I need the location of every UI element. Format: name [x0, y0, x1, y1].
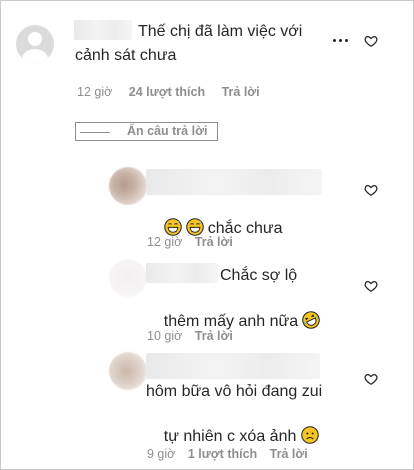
heart-icon[interactable]: [364, 183, 378, 197]
commenter-username[interactable]: [74, 20, 132, 40]
comment-meta: 12 giờ 24 lượt thích Trả lời: [77, 84, 260, 100]
reply-time: 10 giờ: [147, 329, 183, 343]
commenter-avatar[interactable]: [16, 25, 54, 63]
hide-replies-line: [80, 132, 110, 133]
reply-username[interactable]: [146, 263, 218, 283]
sad-face-emoji: [301, 426, 320, 444]
reply-avatar[interactable]: [109, 352, 147, 390]
hide-replies-label: Ẩn câu trả lời: [127, 124, 208, 138]
reply-reply-button[interactable]: Trả lời: [270, 446, 308, 462]
reply-meta: 9 giờ 1 lượt thích Trả lời: [147, 446, 308, 462]
comment-likes[interactable]: 24 lượt thích: [129, 84, 205, 100]
comment-reply-button[interactable]: Trả lời: [222, 84, 260, 100]
comment-time: 12 giờ: [77, 85, 113, 99]
reply-meta: 10 giờ Trả lời: [147, 328, 233, 344]
heart-icon[interactable]: [364, 279, 378, 293]
reply-likes[interactable]: 1 lượt thích: [188, 446, 257, 462]
reply-time: 12 giờ: [147, 235, 183, 249]
comment-panel: Thế chị đã làm việc với cảnh sát chưa 12…: [0, 0, 414, 470]
comment-text-line1: Thế chị đã làm việc với: [138, 23, 303, 40]
reply-text: chắc chưa: [146, 196, 283, 262]
reply-reply-button[interactable]: Trả lời: [195, 328, 233, 344]
comment-text-line2: cảnh sát chưa: [75, 47, 177, 64]
reply-text-line2: thêm mấy anh nữa: [146, 289, 320, 355]
reply-text-content: tự nhiên c xóa ảnh: [163, 428, 297, 445]
reply-avatar[interactable]: [109, 167, 147, 205]
heart-icon[interactable]: [364, 34, 378, 48]
reply-username[interactable]: [146, 353, 320, 379]
reply-username[interactable]: [146, 169, 322, 195]
heart-icon[interactable]: [364, 372, 378, 386]
reply-meta: 12 giờ Trả lời: [147, 234, 233, 250]
reply-text-line1: hôm bữa vô hỏi đang zui: [146, 383, 323, 400]
hide-replies-button[interactable]: Ẩn câu trả lời: [75, 122, 218, 141]
reply-avatar[interactable]: [109, 259, 147, 297]
more-options-icon[interactable]: [333, 37, 353, 45]
reply-text-line1: Chắc sợ lộ: [220, 267, 298, 284]
reply-reply-button[interactable]: Trả lời: [195, 234, 233, 250]
rolling-laughing-emoji: [302, 311, 320, 329]
reply-time: 9 giờ: [147, 447, 176, 461]
